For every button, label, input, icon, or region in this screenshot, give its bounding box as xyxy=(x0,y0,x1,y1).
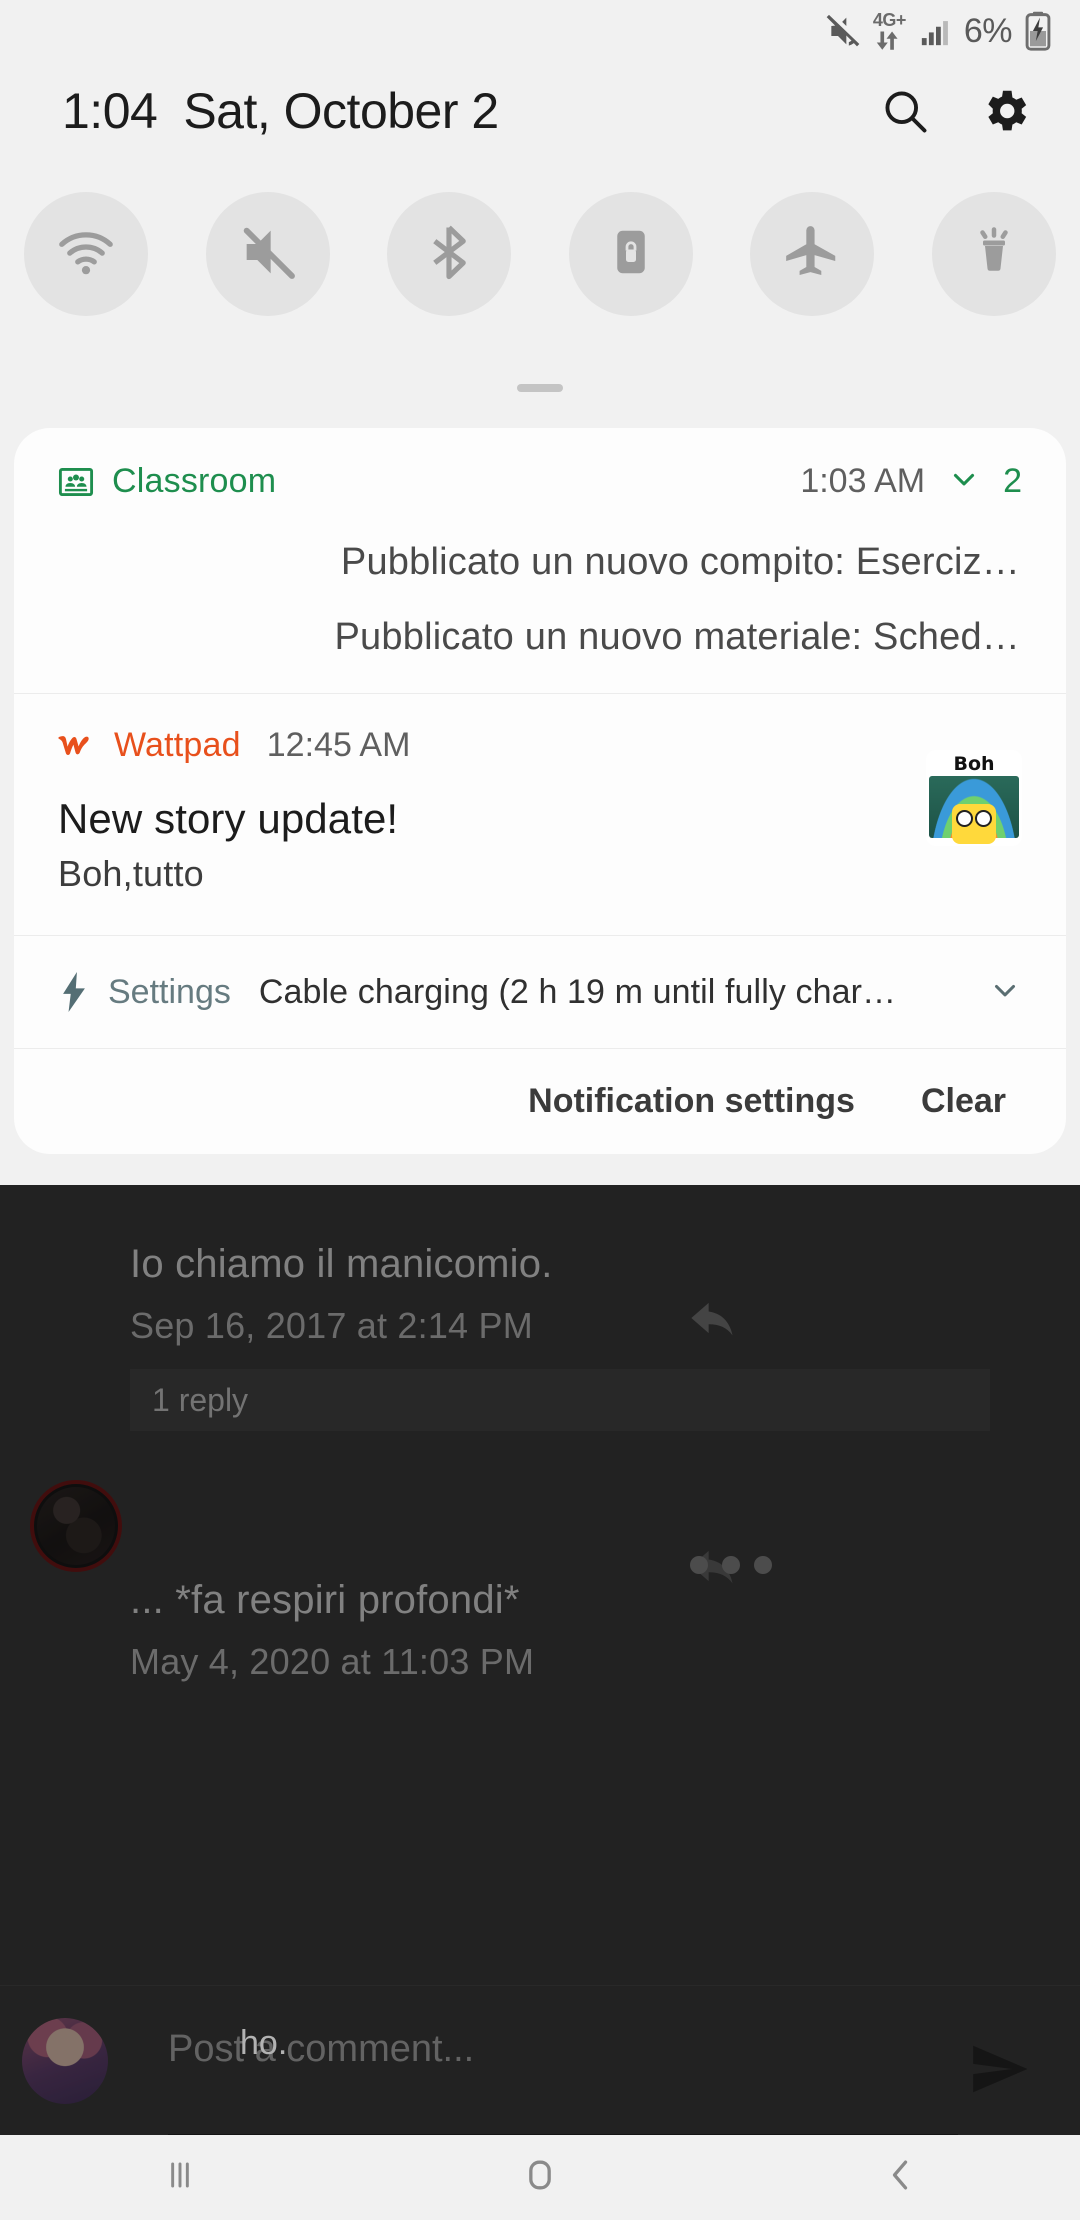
notification-time: 1:03 AM xyxy=(800,462,926,500)
sidebar-item-sound[interactable] xyxy=(205,192,330,316)
sidebar-item-bluetooth[interactable] xyxy=(387,192,512,316)
drag-handle[interactable] xyxy=(517,384,563,392)
sidebar-item-wifi[interactable] xyxy=(24,192,148,316)
shade-header: 1:04 Sat, October 2 xyxy=(0,62,1080,160)
notification-body: Boh,tutto xyxy=(58,853,204,894)
gear-icon[interactable] xyxy=(970,76,1040,146)
battery-charging-icon xyxy=(1022,11,1054,51)
quick-settings-row xyxy=(0,192,1080,316)
status-bar: 4G+ 6% xyxy=(0,0,1080,62)
back-button[interactable] xyxy=(840,2135,960,2220)
notification-body: Cable charging (2 h 19 m until fully cha… xyxy=(258,972,897,1011)
clear-button[interactable]: Clear xyxy=(921,1082,1006,1121)
search-icon[interactable] xyxy=(870,76,940,146)
notification-header: Classroom 1:03 AM 2 xyxy=(58,462,1022,501)
notification-app-name: Classroom xyxy=(112,462,277,500)
flashlight-icon xyxy=(964,222,1024,287)
mute-icon xyxy=(823,11,863,51)
notification-wattpad[interactable]: Wattpad 12:45 AM New story update! Boh,t… xyxy=(14,693,1066,935)
notification-thumbnail[interactable]: Boh xyxy=(926,750,1022,846)
thumbnail-caption: Boh xyxy=(953,753,995,775)
sidebar-item-airplane-mode[interactable] xyxy=(750,192,875,316)
notification-settings[interactable]: Settings Cable charging (2 h 19 m until … xyxy=(14,935,1066,1048)
notification-shade: 4G+ 6% 1:04 Sat, October 2 Classroom 1:0… xyxy=(0,0,1080,1185)
thumbnail-image xyxy=(929,776,1019,844)
home-icon xyxy=(518,2153,562,2202)
phone-screen: Io chiamo il manicomio. Sep 16, 2017 at … xyxy=(0,0,1080,2220)
notification-settings-button[interactable]: Notification settings xyxy=(528,1082,855,1121)
notification-time: 12:45 AM xyxy=(266,726,411,764)
bolt-icon xyxy=(58,972,90,1012)
notification-title: New story update! xyxy=(58,795,399,842)
notification-classroom[interactable]: Classroom 1:03 AM 2 Pubblicato un nuovo … xyxy=(14,428,1066,693)
data-transfer-icon xyxy=(877,31,898,50)
sidebar-item-flashlight[interactable] xyxy=(931,192,1056,316)
notification-line: Pubblicato un nuovo materiale: Sched… xyxy=(334,616,1020,658)
recents-icon xyxy=(158,2153,202,2202)
panel-footer: Notification settings Clear xyxy=(14,1048,1066,1154)
battery-percent-label: 6% xyxy=(963,11,1013,50)
classroom-icon xyxy=(58,464,94,500)
date-label: Sat, October 2 xyxy=(183,83,499,139)
notification-app-name: Settings xyxy=(108,972,231,1011)
chevron-down-icon[interactable] xyxy=(988,973,1022,1012)
chevron-down-icon[interactable] xyxy=(947,462,981,501)
recents-button[interactable] xyxy=(120,2135,240,2220)
back-icon xyxy=(878,2153,922,2202)
notification-count-badge: 2 xyxy=(1003,462,1022,500)
notification-line: Pubblicato un nuovo compito: Eserciz… xyxy=(340,541,1020,583)
home-button[interactable] xyxy=(480,2135,600,2220)
notification-panel: Classroom 1:03 AM 2 Pubblicato un nuovo … xyxy=(14,428,1066,1154)
notification-header: Wattpad 12:45 AM xyxy=(58,726,1022,765)
navigation-bar xyxy=(0,2135,1080,2220)
notification-header: Settings Cable charging (2 h 19 m until … xyxy=(58,972,1022,1012)
rotation-lock-icon xyxy=(601,222,661,287)
network-type-indicator: 4G+ xyxy=(873,11,906,51)
signal-bars-icon xyxy=(918,14,954,48)
wattpad-icon xyxy=(58,731,98,761)
bluetooth-icon xyxy=(418,221,480,288)
airplane-icon xyxy=(781,221,843,288)
sidebar-item-auto-rotate[interactable] xyxy=(568,192,693,316)
wifi-icon xyxy=(53,219,119,290)
mute-icon xyxy=(236,220,300,289)
clock-label: 1:04 xyxy=(62,83,158,139)
notification-app-name: Wattpad xyxy=(114,726,241,764)
